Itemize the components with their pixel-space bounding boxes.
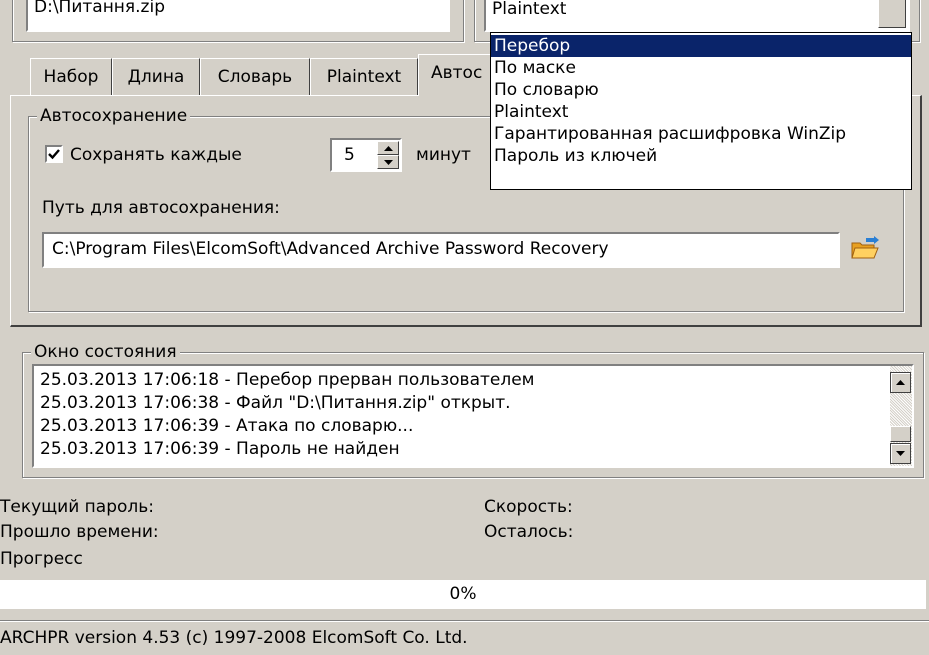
autosave-group-title: Автосохранение bbox=[37, 106, 191, 126]
autosave-path-field[interactable]: C:\Program Files\ElcomSoft\Advanced Arch… bbox=[42, 232, 840, 268]
dropdown-item-keys-password[interactable]: Пароль из ключей bbox=[491, 145, 911, 167]
autosave-minutes-value: 5 bbox=[344, 145, 355, 165]
status-log[interactable]: 25.03.2013 17:06:18 - Перебор прерван по… bbox=[32, 364, 914, 468]
log-line: 25.03.2013 17:06:39 - Атака по словарю..… bbox=[40, 416, 414, 436]
scroll-up-button[interactable] bbox=[890, 372, 911, 393]
arrow-up-icon bbox=[896, 380, 905, 385]
dropdown-item-bruteforce[interactable]: Перебор bbox=[491, 35, 911, 57]
arrow-up-icon bbox=[383, 145, 393, 151]
archive-path-value: D:\Питання.zip bbox=[34, 0, 165, 17]
tab-dictionary[interactable]: Словарь bbox=[200, 58, 310, 96]
autosave-checkbox-label: Сохранять каждые bbox=[70, 145, 242, 165]
speed-label: Скорость: bbox=[484, 497, 573, 517]
spinner-down-button[interactable] bbox=[377, 155, 399, 169]
arrow-down-icon bbox=[383, 159, 393, 165]
autosave-path-label: Путь для автосохранения: bbox=[42, 198, 280, 218]
attack-type-dropdown-button[interactable] bbox=[878, 0, 906, 28]
tab-length[interactable]: Длина bbox=[112, 58, 200, 96]
dropdown-item-dictionary[interactable]: По словарю bbox=[491, 79, 911, 101]
progress-label: Прогресс bbox=[0, 549, 83, 569]
archive-path-field[interactable]: D:\Питання.zip bbox=[26, 0, 450, 32]
attack-type-select[interactable]: Plaintext bbox=[484, 0, 910, 32]
check-icon bbox=[48, 149, 60, 160]
scroll-down-button[interactable] bbox=[890, 443, 911, 464]
remaining-time-label: Осталось: bbox=[484, 522, 574, 542]
progress-bar: 0% bbox=[0, 580, 926, 610]
progress-text: 0% bbox=[449, 584, 477, 604]
log-line: 25.03.2013 17:06:18 - Перебор прерван по… bbox=[40, 370, 535, 390]
log-line: 25.03.2013 17:06:38 - Файл "D:\Питання.z… bbox=[40, 393, 511, 413]
arrow-down-icon bbox=[896, 451, 905, 456]
status-bar: ARCHPR version 4.53 (c) 1997-2008 ElcomS… bbox=[0, 620, 929, 655]
folder-open-icon bbox=[851, 236, 879, 259]
tab-charset[interactable]: Набор bbox=[30, 58, 112, 96]
dropdown-item-plaintext[interactable]: Plaintext bbox=[491, 101, 911, 123]
elapsed-time-label: Прошло времени: bbox=[0, 522, 159, 542]
spinner-up-button[interactable] bbox=[377, 141, 399, 155]
scroll-thumb[interactable] bbox=[890, 426, 911, 442]
dropdown-item-winzip-guaranteed[interactable]: Гарантированная расшифровка WinZip bbox=[491, 123, 911, 145]
attack-type-dropdown-list: Перебор По маске По словарю Plaintext Га… bbox=[490, 32, 912, 190]
status-log-scrollbar[interactable] bbox=[890, 366, 912, 466]
autosave-minutes-spinner[interactable]: 5 bbox=[330, 138, 402, 172]
browse-folder-button[interactable] bbox=[850, 236, 884, 266]
autosave-minutes-unit: минут bbox=[416, 145, 471, 165]
current-password-label: Текущий пароль: bbox=[0, 497, 155, 517]
autosave-checkbox[interactable] bbox=[45, 145, 63, 163]
status-window-title: Окно состояния bbox=[31, 342, 180, 362]
autosave-path-value: C:\Program Files\ElcomSoft\Advanced Arch… bbox=[52, 239, 609, 259]
tab-plaintext[interactable]: Plaintext bbox=[310, 58, 418, 96]
log-line: 25.03.2013 17:06:39 - Пароль не найден bbox=[40, 439, 400, 459]
status-bar-text: ARCHPR version 4.53 (c) 1997-2008 ElcomS… bbox=[0, 628, 468, 648]
attack-type-value: Plaintext bbox=[492, 0, 567, 19]
dropdown-item-mask[interactable]: По маске bbox=[491, 57, 911, 79]
app-window: { "file_field": { "value": "D:\\Питання.… bbox=[0, 0, 929, 655]
